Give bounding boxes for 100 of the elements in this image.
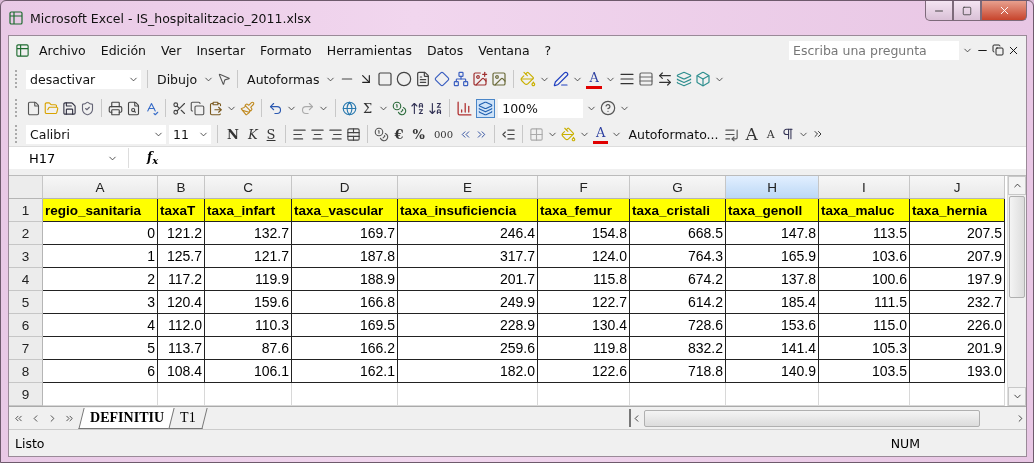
3d-style-icon[interactable]	[694, 71, 711, 87]
vertical-scrollbar[interactable]	[1007, 176, 1026, 406]
menu-item[interactable]: Insertar	[190, 40, 252, 60]
menu-item[interactable]: Datos	[420, 40, 470, 60]
autoformat-button[interactable]: Autoformato...	[625, 125, 722, 143]
borders-icon[interactable]	[529, 126, 544, 142]
draw-menu[interactable]: Dibujo	[154, 70, 201, 88]
zoom-dropdown[interactable]: 100%	[498, 98, 584, 118]
line-style-icon[interactable]	[618, 71, 635, 87]
table-cell: 169.5	[292, 314, 398, 337]
underline-button[interactable]: S	[263, 124, 279, 144]
font-color-button[interactable]: A	[593, 124, 609, 144]
menu-item[interactable]: Ventana	[472, 40, 536, 60]
currency-icon[interactable]	[373, 126, 389, 142]
font-color-button[interactable]: A	[586, 69, 602, 89]
save-icon[interactable]	[62, 100, 77, 116]
fill-color-icon[interactable]	[561, 126, 576, 142]
redo-icon[interactable]	[300, 100, 315, 116]
maximize-button[interactable]	[953, 1, 981, 21]
font-dropdown[interactable]: Calibri	[26, 124, 166, 144]
indent-icon[interactable]	[501, 126, 516, 142]
diagram-icon[interactable]	[453, 71, 470, 87]
row-header[interactable]: 9	[9, 383, 43, 406]
sheet-tab[interactable]: T1	[168, 407, 208, 429]
print-preview-icon[interactable]	[126, 100, 141, 116]
overflow-icon[interactable]	[811, 128, 824, 140]
row-header[interactable]: 2	[9, 222, 43, 245]
permission-icon[interactable]	[80, 100, 95, 116]
autosum-button[interactable]: Σ	[360, 98, 376, 118]
row-header[interactable]: 4	[9, 268, 43, 291]
spelling-icon[interactable]	[144, 100, 159, 116]
sort-ascending-icon[interactable]	[410, 100, 426, 116]
row-header[interactable]: 7	[9, 337, 43, 360]
currency-icon[interactable]	[392, 100, 408, 116]
paste-icon[interactable]	[208, 100, 223, 116]
menu-item[interactable]: Herramientas	[320, 40, 418, 60]
format-icon[interactable]	[724, 126, 740, 142]
menu-item[interactable]: Ver	[154, 40, 188, 60]
italic-button[interactable]: K	[244, 124, 261, 144]
row-header[interactable]: 5	[9, 291, 43, 314]
bar-chart-icon[interactable]	[456, 99, 474, 117]
grow-font-button[interactable]: A	[742, 124, 761, 144]
question-field[interactable]: Escriba una pregunta	[789, 40, 959, 60]
column-header[interactable]: F	[538, 176, 630, 199]
cut-icon[interactable]	[172, 100, 187, 116]
menu-item[interactable]: Archivo	[33, 40, 92, 60]
menu-item[interactable]: ?	[538, 40, 558, 60]
row-header[interactable]: 8	[9, 360, 43, 383]
copy-icon[interactable]	[190, 100, 205, 116]
help-icon[interactable]	[600, 100, 617, 116]
row-header[interactable]: 6	[9, 314, 43, 337]
style-dropdown[interactable]: desactivar	[26, 69, 141, 89]
align-right-icon[interactable]	[327, 126, 343, 142]
autoshapes-menu[interactable]: Autoformas	[244, 70, 323, 88]
row-header[interactable]: 1	[9, 199, 43, 222]
bold-button[interactable]: N	[224, 124, 242, 144]
globe-icon[interactable]	[342, 100, 357, 116]
percent-button[interactable]: %	[409, 124, 428, 144]
font-size-dropdown[interactable]: 11	[169, 124, 211, 144]
column-header[interactable]: I	[819, 176, 910, 199]
thousands-button[interactable]: 000	[430, 124, 456, 144]
minimize-button[interactable]	[925, 1, 953, 21]
fill-color-icon[interactable]	[520, 71, 537, 87]
table-cell: 2	[43, 268, 158, 291]
horizontal-scrollbar[interactable]	[629, 409, 1026, 427]
wordart-icon[interactable]	[434, 71, 451, 87]
menu-item[interactable]: Edición	[94, 40, 152, 60]
column-header[interactable]: J	[910, 176, 1005, 199]
arrow-style-icon[interactable]	[656, 71, 673, 87]
image-icon[interactable]	[491, 71, 508, 87]
menu-item[interactable]: Formato	[254, 40, 318, 60]
sort-descending-icon[interactable]	[428, 100, 444, 116]
paragraph-direction-icon[interactable]	[780, 127, 795, 141]
column-header[interactable]: A	[43, 176, 158, 199]
pointer-icon[interactable]	[217, 72, 232, 86]
column-header[interactable]: G	[630, 176, 726, 199]
clipart-icon[interactable]	[472, 71, 489, 87]
euro-button[interactable]: €	[391, 124, 407, 144]
print-icon[interactable]	[108, 100, 123, 116]
insert-function-button[interactable]: f$_{x}$	[147, 149, 159, 167]
column-header[interactable]: C	[205, 176, 292, 199]
merge-cells-icon[interactable]	[345, 126, 361, 142]
column-header[interactable]: H	[726, 176, 819, 199]
close-button[interactable]	[981, 1, 1027, 21]
column-header[interactable]: D	[292, 176, 398, 199]
text-box-icon[interactable]	[415, 71, 432, 87]
row-header[interactable]: 3	[9, 245, 43, 268]
restore-icon[interactable]	[992, 44, 1004, 56]
line-color-icon[interactable]	[553, 71, 570, 87]
sheet-tab[interactable]: DEFINITIU	[78, 407, 176, 429]
column-header[interactable]: B	[158, 176, 205, 199]
column-header[interactable]: E	[398, 176, 538, 199]
align-center-icon[interactable]	[309, 126, 325, 142]
workbook-icon[interactable]	[15, 42, 30, 58]
align-left-icon[interactable]	[291, 126, 307, 142]
shrink-font-button[interactable]: A	[763, 124, 778, 144]
undo-icon[interactable]	[268, 100, 283, 116]
new-document-icon[interactable]	[26, 100, 41, 116]
oval-icon[interactable]	[396, 71, 413, 87]
format-painter-icon[interactable]	[240, 100, 255, 116]
